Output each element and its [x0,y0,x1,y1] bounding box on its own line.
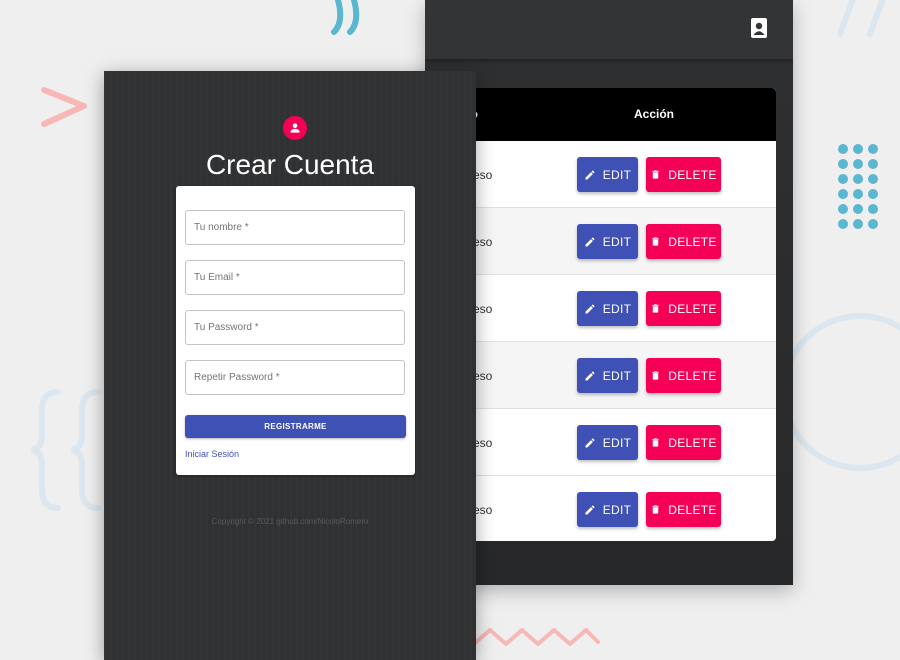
email-field[interactable] [185,260,405,295]
delete-label: DELETE [668,502,717,517]
table-row: reso EDIT DELETE [425,476,776,541]
delete-label: DELETE [668,301,717,316]
edit-button[interactable]: EDIT [577,291,638,326]
table-row: reso EDIT DELETE [425,275,776,342]
delete-button[interactable]: DELETE [646,224,721,259]
delete-button[interactable]: DELETE [646,291,721,326]
app-bar [425,0,793,59]
table-row: reso EDIT DELETE [425,141,776,208]
register-form: REGISTRARME Iniciar Sesión [176,186,415,475]
repeat-password-field[interactable] [185,360,405,395]
pencil-icon [585,504,595,514]
edit-button[interactable]: EDIT [577,358,638,393]
delete-label: DELETE [668,435,717,450]
avatar [283,116,307,140]
decor-chevron-icon [41,87,87,127]
pencil-icon [585,236,595,246]
trash-icon [652,304,659,313]
contact-card-icon[interactable] [750,17,768,39]
column-header-accion: Acción [634,107,675,121]
name-field[interactable] [185,210,405,245]
edit-label: EDIT [602,368,632,383]
delete-button[interactable]: DELETE [646,425,721,460]
decor-zigzag-icon [472,628,600,646]
edit-label: EDIT [602,435,632,450]
table-header: ipo Acción [425,88,776,141]
table-row: reso EDIT DELETE [425,409,776,476]
delete-button[interactable]: DELETE [646,157,721,192]
table-row: reso EDIT DELETE [425,342,776,409]
page-title: Crear Cuenta [205,149,375,180]
trash-icon [652,371,659,380]
trash-icon [652,170,659,179]
delete-label: DELETE [668,167,717,182]
edit-label: EDIT [602,502,632,517]
decor-braces-icon [31,389,101,511]
trash-icon [652,438,659,447]
records-table: ipo Acción reso EDIT DELETE reso EDIT DE… [425,88,776,541]
decor-slashes-icon [837,0,886,37]
pencil-icon [585,169,595,179]
pencil-icon [585,437,595,447]
table-app-window: ipo Acción reso EDIT DELETE reso EDIT DE… [425,0,793,585]
decor-dot-grid-icon [838,144,878,229]
delete-button[interactable]: DELETE [646,358,721,393]
copyright-text: Copyright © 2021 github.com/NicoloRomero [211,517,369,526]
register-window: Crear Cuenta REGISTRARME Iniciar Sesión … [104,71,476,660]
edit-button[interactable]: EDIT [577,492,638,527]
edit-label: EDIT [602,301,632,316]
password-field[interactable] [185,310,405,345]
table-row: reso EDIT DELETE [425,208,776,275]
person-icon [290,123,300,133]
edit-label: EDIT [602,167,632,182]
pencil-icon [585,303,595,313]
login-link[interactable]: Iniciar Sesión [185,449,239,459]
register-button[interactable]: REGISTRARME [185,415,406,438]
trash-icon [652,505,659,514]
delete-label: DELETE [668,368,717,383]
edit-button[interactable]: EDIT [577,224,638,259]
decor-parentheses-icon [331,0,360,35]
pencil-icon [585,370,595,380]
edit-button[interactable]: EDIT [577,425,638,460]
delete-button[interactable]: DELETE [646,492,721,527]
decor-circle-icon [781,313,900,471]
delete-label: DELETE [668,234,717,249]
trash-icon [652,237,659,246]
edit-button[interactable]: EDIT [577,157,638,192]
edit-label: EDIT [602,234,632,249]
